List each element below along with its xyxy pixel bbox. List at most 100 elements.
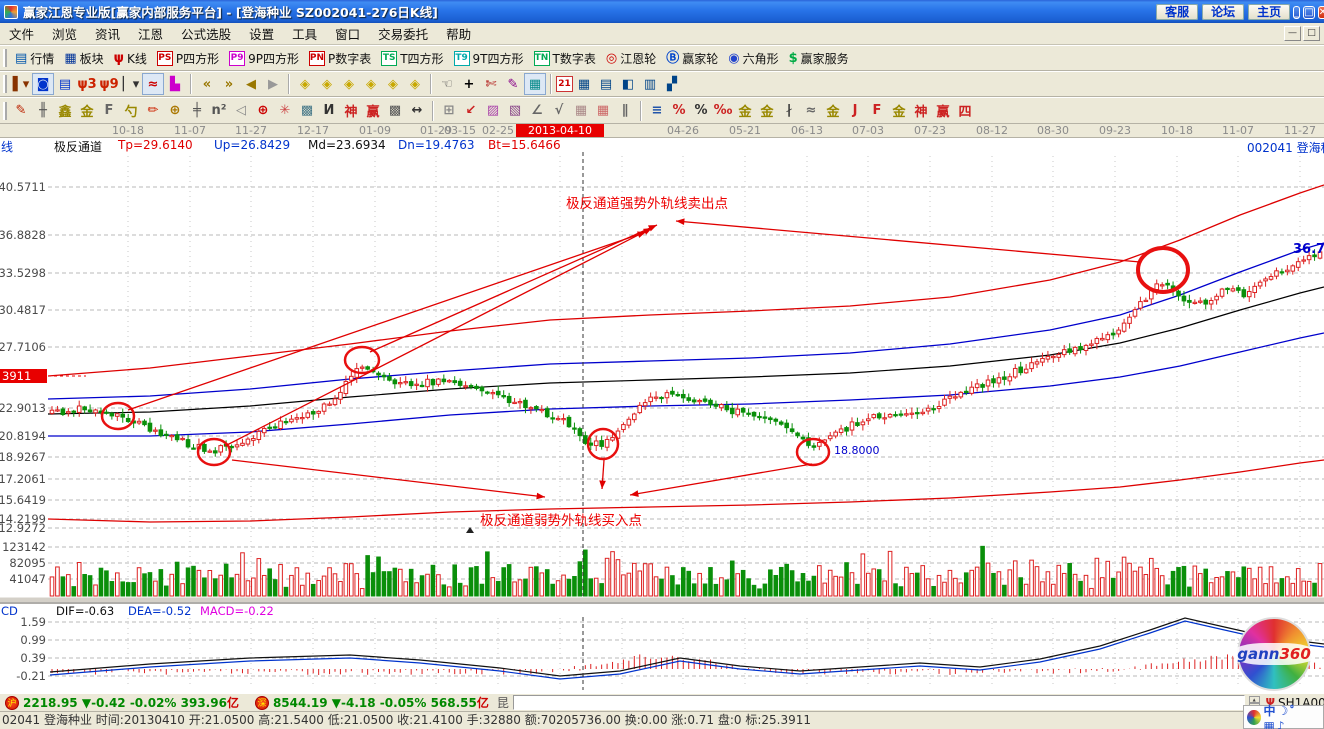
- view-tool-icon[interactable]: ◈: [294, 73, 316, 95]
- draw-tool-icon[interactable]: ↙: [460, 100, 482, 122]
- draw-tool-icon[interactable]: ✎: [10, 100, 32, 122]
- view-tool-icon[interactable]: 21: [556, 76, 573, 92]
- draw-tool-icon[interactable]: ∤: [778, 100, 800, 122]
- menu-item[interactable]: 浏览: [43, 22, 86, 45]
- quick-button-主页[interactable]: 主页: [1248, 4, 1290, 20]
- menu-item[interactable]: 帮助: [437, 22, 480, 45]
- draw-tool-icon[interactable]: ▨: [482, 100, 504, 122]
- minimize-button[interactable]: _: [1293, 6, 1300, 19]
- draw-tool-icon[interactable]: ≡: [646, 100, 668, 122]
- view-tool-icon[interactable]: ☜: [436, 73, 458, 95]
- view-tool-icon[interactable]: »: [218, 73, 240, 95]
- view-tool-icon[interactable]: ▥: [639, 73, 661, 95]
- shenzhen-index-quote[interactable]: 8544.19 ▼-4.18 -0.05% 568.55: [273, 696, 477, 710]
- draw-tool-icon[interactable]: 金: [734, 100, 756, 122]
- draw-tool-icon[interactable]: 金: [888, 100, 910, 122]
- draw-tool-icon[interactable]: 赢: [362, 100, 384, 122]
- draw-tool-icon[interactable]: n²: [208, 100, 230, 122]
- tb1-t-number-button[interactable]: TNT数字表: [529, 47, 601, 69]
- tb1-p-number-button[interactable]: PNP数字表: [304, 47, 376, 69]
- menu-item[interactable]: 工具: [283, 22, 326, 45]
- draw-tool-icon[interactable]: F: [866, 100, 888, 122]
- status-message-field[interactable]: [513, 695, 1245, 710]
- view-tool-icon[interactable]: ▞: [661, 73, 683, 95]
- draw-tool-icon[interactable]: ≈: [800, 100, 822, 122]
- toolbar-grip[interactable]: [3, 75, 7, 93]
- child-restore-button[interactable]: □: [1303, 26, 1320, 41]
- draw-tool-icon[interactable]: 金: [822, 100, 844, 122]
- close-button[interactable]: ✕: [1318, 6, 1324, 19]
- spinner-up-icon[interactable]: ▲: [1249, 696, 1260, 703]
- stock-code-label[interactable]: 002041 登海种业: [1247, 139, 1324, 156]
- view-tool-icon[interactable]: ▏▾: [120, 73, 142, 95]
- menu-item[interactable]: 公式选股: [172, 22, 240, 45]
- draw-tool-icon[interactable]: %: [690, 100, 712, 122]
- draw-tool-icon[interactable]: ◁: [230, 100, 252, 122]
- view-tool-icon[interactable]: ◀: [240, 73, 262, 95]
- view-tool-icon[interactable]: ◈: [316, 73, 338, 95]
- menu-item[interactable]: 资讯: [86, 22, 129, 45]
- draw-tool-icon[interactable]: 神: [910, 100, 932, 122]
- draw-tool-icon[interactable]: ⊕: [164, 100, 186, 122]
- ime-icon[interactable]: ♪: [1277, 719, 1285, 729]
- quick-button-论坛[interactable]: 论坛: [1202, 4, 1244, 20]
- tb1-market-button[interactable]: ▤行情: [10, 47, 59, 69]
- draw-tool-icon[interactable]: √: [548, 100, 570, 122]
- draw-tool-icon[interactable]: 金: [76, 100, 98, 122]
- tb1-winner-wheel-button[interactable]: Ⓑ赢家轮: [661, 47, 723, 69]
- view-tool-icon[interactable]: ▤: [595, 73, 617, 95]
- ime-icon[interactable]: ▦: [1264, 719, 1275, 729]
- view-tool-icon[interactable]: ψ9: [98, 73, 120, 95]
- view-tool-icon[interactable]: ▤: [54, 73, 76, 95]
- restore-button[interactable]: □: [1303, 6, 1314, 19]
- draw-tool-icon[interactable]: J: [844, 100, 866, 122]
- view-tool-icon[interactable]: ▦: [524, 73, 546, 95]
- draw-tool-icon[interactable]: ▧: [504, 100, 526, 122]
- draw-tool-icon[interactable]: ▩: [296, 100, 318, 122]
- toolbar-grip[interactable]: [3, 49, 7, 67]
- menu-item[interactable]: 设置: [240, 22, 283, 45]
- draw-tool-icon[interactable]: ╫: [32, 100, 54, 122]
- menu-item[interactable]: 交易委托: [369, 22, 437, 45]
- ime-logo-icon[interactable]: [1247, 710, 1261, 725]
- view-tool-icon[interactable]: ▶: [262, 73, 284, 95]
- ime-icon[interactable]: 中: [1264, 704, 1276, 718]
- tb1-t-square-button[interactable]: TST四方形: [376, 47, 448, 69]
- view-tool-icon[interactable]: ✎: [502, 73, 524, 95]
- shanghai-badge-icon[interactable]: 沪: [5, 696, 19, 710]
- draw-tool-icon[interactable]: ⊞: [438, 100, 460, 122]
- shenzhen-badge-icon[interactable]: 深: [255, 696, 269, 710]
- draw-tool-icon[interactable]: ∠: [526, 100, 548, 122]
- draw-tool-icon[interactable]: ✳: [274, 100, 296, 122]
- view-tool-icon[interactable]: ψ3: [76, 73, 98, 95]
- draw-tool-icon[interactable]: ✏: [142, 100, 164, 122]
- tb1-kline-button[interactable]: ψK线: [109, 47, 152, 69]
- draw-tool-icon[interactable]: 金: [756, 100, 778, 122]
- draw-tool-icon[interactable]: %: [668, 100, 690, 122]
- chart-region[interactable]: 极反通道强势外轨线卖出点极反通道弱势外轨线买入点18.800040.571136…: [0, 138, 1324, 693]
- draw-tool-icon[interactable]: 四: [954, 100, 976, 122]
- view-tool-icon[interactable]: ▦: [573, 73, 595, 95]
- ime-icon[interactable]: ゜: [1290, 704, 1302, 718]
- menu-item[interactable]: 文件: [0, 22, 43, 45]
- draw-tool-icon[interactable]: И: [318, 100, 340, 122]
- view-tool-icon[interactable]: ✄: [480, 73, 502, 95]
- ime-icon[interactable]: ☽: [1278, 704, 1289, 718]
- draw-tool-icon[interactable]: 勺: [120, 100, 142, 122]
- tb1-9p-square-button[interactable]: P99P四方形: [224, 47, 304, 69]
- tb1-p-square-button[interactable]: PSP四方形: [152, 47, 224, 69]
- draw-tool-icon[interactable]: 赢: [932, 100, 954, 122]
- view-tool-icon[interactable]: ◈: [360, 73, 382, 95]
- view-tool-icon[interactable]: ◈: [404, 73, 426, 95]
- draw-tool-icon[interactable]: F: [98, 100, 120, 122]
- draw-tool-icon[interactable]: ∥: [614, 100, 636, 122]
- draw-tool-icon[interactable]: 神: [340, 100, 362, 122]
- view-tool-icon[interactable]: «: [196, 73, 218, 95]
- draw-tool-icon[interactable]: ▩: [384, 100, 406, 122]
- draw-tool-icon[interactable]: 鑫: [54, 100, 76, 122]
- view-tool-icon[interactable]: ◈: [338, 73, 360, 95]
- menu-item[interactable]: 江恩: [129, 22, 172, 45]
- view-tool-icon[interactable]: ▌▾: [10, 73, 32, 95]
- draw-tool-icon[interactable]: ⊕: [252, 100, 274, 122]
- quick-button-客服[interactable]: 客服: [1156, 4, 1198, 20]
